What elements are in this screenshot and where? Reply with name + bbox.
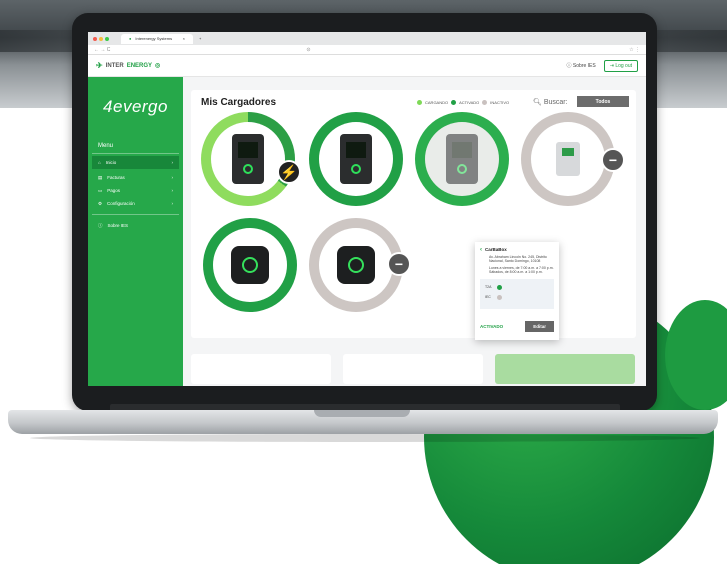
sidebar-item-configuracion[interactable]: ⚙ Configuración › <box>88 197 183 210</box>
connector-status-icon <box>497 284 503 290</box>
legend-dot-inactive <box>482 100 488 105</box>
sidebar-item-sobre-ies[interactable]: ⓘ Sobre IES <box>88 219 183 232</box>
sidebar-divider <box>92 214 179 215</box>
tab-close-icon[interactable]: × <box>183 36 185 41</box>
info-icon: ⓘ <box>98 222 103 228</box>
charger-card-2[interactable] <box>309 112 403 206</box>
inactive-status-icon: − <box>601 148 625 172</box>
app-body: 4evergo Menu ⌂ Inicio › ▤ Facturas › ▭ P… <box>88 77 646 386</box>
main-content: Mis Cargadores CARGANDO ACTIVADO INACTIV… <box>183 77 646 386</box>
charger-device-image <box>446 134 478 184</box>
inactive-status-icon: − <box>387 252 411 276</box>
charger-card-3[interactable] <box>415 112 509 206</box>
charger-device-image <box>232 134 264 184</box>
minimize-window-icon[interactable] <box>99 36 103 41</box>
interenergy-logo[interactable]: ✈ INTER ENERGY ◎ <box>96 61 160 70</box>
favicon-icon: ● <box>129 36 132 41</box>
new-tab-icon[interactable]: + <box>199 36 201 41</box>
charger-card-5[interactable] <box>203 218 297 312</box>
sidebar: 4evergo Menu ⌂ Inicio › ▤ Facturas › ▭ P… <box>88 77 183 386</box>
back-chevron-icon[interactable]: ‹ <box>480 247 482 253</box>
logout-button[interactable]: ⇥ Log out <box>603 59 638 72</box>
browser-tab-title: Interenergy Systems <box>135 36 173 41</box>
laptop-shadow <box>30 434 700 442</box>
popup-hours: Lunes a viernes, de 7:00 a.m. a 7:00 p.m… <box>489 266 554 274</box>
charger-device-image <box>556 142 580 176</box>
connector-status-icon <box>496 294 502 300</box>
popup-status: ACTIVADO <box>480 324 504 329</box>
help-icon: ⓘ <box>566 63 572 69</box>
browser-tabbar: ● Interenergy Systems × + <box>88 32 646 45</box>
browser-menu-icons[interactable]: ☆ ⋮ <box>629 47 640 53</box>
plane-logo-icon: ✈ <box>96 61 103 70</box>
app-header: ✈ INTER ENERGY ◎ ⓘ Sobre IES ⇥ Log out <box>88 55 646 77</box>
logout-icon: ⇥ <box>609 62 614 69</box>
chevron-right-icon: › <box>171 188 174 193</box>
site-info-icon[interactable]: ⊙ <box>306 47 310 53</box>
popup-title: CarBaBox <box>485 247 507 252</box>
chevron-right-icon: › <box>171 175 174 180</box>
charger-device-image <box>231 246 269 284</box>
edit-button[interactable]: Editar <box>525 321 554 332</box>
close-window-icon[interactable] <box>93 36 97 41</box>
maximize-window-icon[interactable] <box>105 36 109 41</box>
browser-tab[interactable]: ● Interenergy Systems × <box>121 33 193 44</box>
chevron-right-icon: › <box>171 160 174 165</box>
status-legend: CARGANDO ACTIVADO INACTIVO <box>417 100 509 105</box>
charger-card-1[interactable] <box>201 112 295 206</box>
charger-device-image <box>340 134 372 184</box>
browser-address-bar: ← → C ⊙ ☆ ⋮ <box>88 45 646 55</box>
connector-table: T2A IEC <box>480 279 554 309</box>
home-icon: ⌂ <box>98 160 101 165</box>
sidebar-item-facturas[interactable]: ▤ Facturas › <box>88 171 183 184</box>
popup-address: Av. Abraham Lincoln No. 245, Distrito Na… <box>489 255 547 263</box>
menu-title: Menu <box>92 137 179 154</box>
sidebar-item-pagos[interactable]: ▭ Pagos › <box>88 184 183 197</box>
evergo-logo[interactable]: 4evergo <box>88 77 183 137</box>
page-title: Mis Cargadores <box>201 97 277 108</box>
legend-label-inactive: INACTIVO <box>490 100 510 105</box>
legend-dot-active <box>451 100 457 105</box>
connector-label: IEC <box>485 295 491 299</box>
laptop-notch <box>314 410 410 417</box>
brand-left: INTER <box>105 62 124 69</box>
search-label: 🔍︎ Buscar: <box>533 99 568 106</box>
about-ies-link[interactable]: ⓘ Sobre IES <box>567 62 596 69</box>
legend-label-charging: CARGANDO <box>425 100 449 105</box>
sidebar-item-inicio[interactable]: ⌂ Inicio › <box>92 156 179 169</box>
charger-details-popup: ‹ CarBaBox Av. Abraham Lincoln No. 245, D… <box>475 242 559 340</box>
marketing-scene: ● Interenergy Systems × + ← → C ⊙ ☆ ⋮ ✈ … <box>0 0 727 564</box>
browser-nav-icons[interactable]: ← → C <box>94 47 110 53</box>
chargers-card: Mis Cargadores CARGANDO ACTIVADO INACTIV… <box>191 90 636 338</box>
summary-tile[interactable] <box>191 354 331 384</box>
chevron-right-icon: › <box>171 201 174 206</box>
summary-tiles <box>191 354 636 384</box>
invoice-icon: ▤ <box>98 174 103 180</box>
summary-tile[interactable] <box>495 354 635 384</box>
filter-select[interactable]: Todos <box>577 96 629 107</box>
brand-right: ENERGY <box>126 62 153 69</box>
brand-mark-icon: ◎ <box>155 63 161 69</box>
charging-status-icon: ⚡ <box>277 160 301 184</box>
connector-label: T2A <box>485 285 492 289</box>
legend-label-active: ACTIVADO <box>459 100 480 105</box>
card-icon: ▭ <box>98 187 103 193</box>
gear-icon: ⚙ <box>98 200 103 206</box>
summary-tile[interactable] <box>343 354 483 384</box>
legend-dot-charging <box>417 100 422 105</box>
laptop-screen: ● Interenergy Systems × + ← → C ⊙ ☆ ⋮ ✈ … <box>88 32 646 386</box>
search-icon: 🔍︎ <box>533 99 542 106</box>
charger-device-image <box>337 246 375 284</box>
